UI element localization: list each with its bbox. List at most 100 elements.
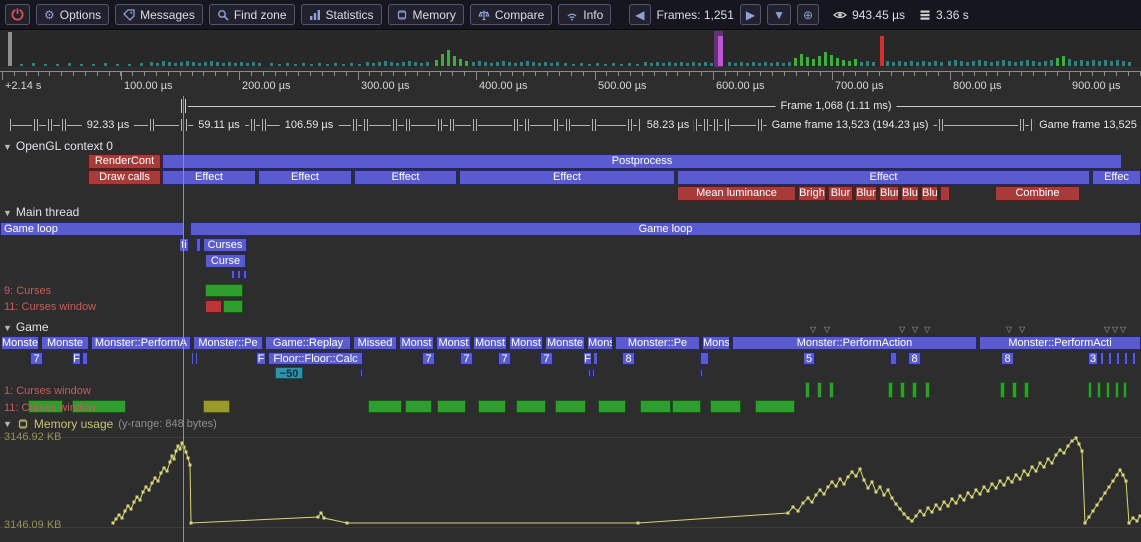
frame-time-bar[interactable] (580, 63, 583, 66)
zone[interactable] (1123, 382, 1127, 398)
frame-time-bar[interactable] (954, 60, 957, 66)
frame-time-bar[interactable] (788, 62, 791, 66)
zone[interactable]: Curses (203, 238, 247, 252)
frame-time-bar[interactable] (278, 64, 281, 66)
zone[interactable]: Postprocess (162, 154, 1122, 169)
frame-time-bar[interactable] (246, 63, 249, 66)
frame-time-bar[interactable] (1032, 61, 1035, 66)
zone[interactable] (940, 186, 950, 201)
frame-time-bar[interactable] (612, 63, 615, 66)
zone[interactable] (205, 300, 222, 313)
collapsed-zone-marker-icon[interactable]: ▽ (1006, 326, 1012, 334)
zone[interactable]: 8 (622, 352, 635, 365)
zone[interactable]: Mons (587, 336, 613, 350)
frame-time-bar[interactable] (854, 59, 857, 66)
frame-time-bar[interactable] (216, 62, 219, 66)
zone[interactable] (360, 369, 363, 377)
frame-time-bar[interactable] (80, 64, 83, 66)
frame-time-bar[interactable] (68, 63, 71, 66)
frame-time-bar[interactable] (996, 61, 999, 66)
zone[interactable] (1097, 382, 1101, 398)
frame-time-bar[interactable] (56, 64, 59, 66)
frame-time-bar[interactable] (764, 62, 767, 66)
zone[interactable] (1116, 352, 1120, 365)
zone[interactable] (1000, 382, 1005, 398)
frame-time-bar[interactable] (892, 62, 895, 66)
collapsed-zone-marker-icon[interactable]: ▽ (1019, 326, 1025, 334)
frame-time-bar[interactable] (572, 64, 575, 66)
frame-time-bar[interactable] (32, 63, 35, 66)
frame-time-bar[interactable] (770, 63, 773, 66)
zone[interactable] (237, 270, 241, 279)
frame-time-bar[interactable] (210, 61, 213, 66)
zone[interactable]: Effect (677, 170, 1090, 185)
frame-overview-strip[interactable] (0, 31, 1141, 67)
frame-time-bar[interactable] (984, 61, 987, 66)
zone[interactable]: Draw calls (88, 170, 161, 185)
frame-time-bar[interactable] (966, 62, 969, 66)
frame-time-bar[interactable] (150, 62, 153, 66)
frame-time-bar[interactable] (636, 64, 639, 66)
frame-time-bar[interactable] (508, 62, 511, 66)
zone[interactable] (478, 400, 506, 413)
zone[interactable]: Effect (459, 170, 675, 185)
memory-section-header[interactable]: ▼ Memory usage (y-range: 848 bytes) (3, 417, 217, 431)
zone[interactable] (888, 382, 893, 398)
zone[interactable] (1132, 352, 1136, 365)
frame-time-bar[interactable] (596, 63, 599, 66)
frame-time-bar[interactable] (848, 61, 851, 66)
zone[interactable]: Blur (828, 186, 853, 201)
zone[interactable] (1088, 382, 1092, 398)
zone[interactable] (817, 382, 822, 398)
frame-time-bar[interactable] (326, 64, 329, 66)
frame-time-bar[interactable] (350, 63, 353, 66)
zone[interactable]: 7 (540, 352, 553, 365)
frame-time-bar[interactable] (302, 63, 305, 66)
collapsed-zone-marker-icon[interactable]: ▽ (924, 326, 930, 334)
zone[interactable] (1100, 352, 1104, 365)
frame-time-bar[interactable] (441, 54, 444, 66)
frame-time-bar[interactable] (650, 63, 653, 66)
frame-time-bar[interactable] (556, 62, 559, 66)
frame-time-bar[interactable] (390, 62, 393, 66)
frame-time-bar[interactable] (538, 63, 541, 66)
frame-time-bar[interactable] (904, 62, 907, 66)
zone[interactable]: F (583, 352, 592, 365)
zone[interactable] (588, 369, 591, 377)
frame-time-bar[interactable] (806, 57, 809, 66)
frame-time-bar[interactable] (916, 62, 919, 66)
frame-time-bar[interactable] (830, 55, 833, 66)
frame-time-bar[interactable] (948, 61, 951, 66)
frame-time-bar[interactable] (1026, 60, 1029, 66)
zone[interactable] (437, 400, 466, 413)
zone[interactable] (755, 400, 795, 413)
frame-time-bar[interactable] (866, 61, 869, 66)
frame-time-bar[interactable] (1056, 58, 1059, 66)
zone[interactable] (598, 400, 626, 413)
prev-frame-button[interactable]: ◀ (629, 4, 650, 25)
next-frame-button[interactable]: ▶ (740, 4, 761, 25)
zone[interactable]: Game::Replay (265, 336, 351, 350)
frame-time-bar[interactable] (168, 62, 171, 66)
zone[interactable]: Blur (901, 186, 919, 201)
frame-time-bar[interactable] (644, 62, 647, 66)
zone[interactable]: Effect (354, 170, 457, 185)
frame-time-bar[interactable] (234, 63, 237, 66)
frame-time-bar[interactable] (1092, 60, 1095, 66)
frame-time-bar[interactable] (310, 64, 313, 66)
frame-time-bar[interactable] (286, 63, 289, 66)
zone[interactable]: Effect (162, 170, 256, 185)
zone[interactable]: 7 (422, 352, 435, 365)
frame-time-bar[interactable] (544, 62, 547, 66)
frame-time-bar[interactable] (1038, 62, 1041, 66)
zone[interactable]: Monste (1, 336, 39, 350)
zone[interactable]: Effect (258, 170, 352, 185)
collapsed-zone-marker-icon[interactable]: ▽ (1120, 326, 1126, 334)
frame-time-bar[interactable] (698, 63, 701, 66)
zone[interactable] (205, 284, 243, 297)
zone[interactable] (243, 270, 247, 279)
messages-button[interactable]: Messages (115, 4, 203, 25)
frame-time-bar[interactable] (922, 61, 925, 66)
zone[interactable]: ti (179, 238, 189, 252)
frame-time-bar[interactable] (420, 63, 423, 66)
